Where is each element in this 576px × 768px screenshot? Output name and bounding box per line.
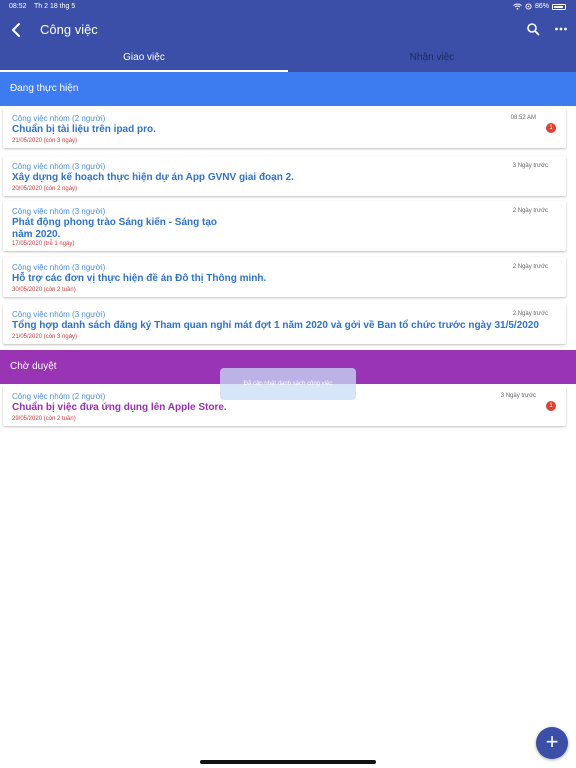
task-category: Công việc nhóm (2 người) (12, 392, 106, 401)
location-icon (525, 3, 532, 10)
wifi-icon (513, 3, 522, 10)
task-due: 20/05/2020 (còn 2 ngày) (12, 186, 78, 192)
task-due: 29/05/2020 (còn 2 tuần) (12, 416, 76, 422)
task-card[interactable]: Công việc nhóm (3 người) Xây dựng kế hoạ… (3, 156, 566, 196)
tab-nhan-viec[interactable]: Nhận việc (288, 44, 576, 72)
task-time: 2 Ngày trước (512, 264, 548, 270)
task-title: Xây dựng kế hoạch thực hiện dự án App GV… (12, 172, 294, 183)
add-task-button[interactable]: + (536, 727, 568, 759)
status-right: 86% (513, 3, 566, 10)
task-time: 3 Ngày trước (500, 393, 536, 399)
tab-giao-viec[interactable]: Giao việc (0, 44, 288, 72)
task-title-line2: năm 2020. (12, 229, 61, 240)
task-card[interactable]: Công việc nhóm (2 người) Chuẩn bị tài li… (3, 108, 566, 148)
battery-percent: 86% (534, 3, 549, 10)
status-date: Th 2 18 thg 5 (34, 3, 76, 10)
status-time: 08:52 (9, 3, 27, 10)
section-in-progress: Đang thực hiện (0, 72, 576, 106)
tab-bar: Giao việc Nhận việc (0, 44, 576, 72)
task-due: 17/05/2020 (trễ 1 ngày) (12, 241, 75, 247)
task-title-line1: Phát động phong trào Sáng kiến - Sáng tạ… (12, 217, 217, 228)
task-card[interactable]: Công việc nhóm (3 người) Phát động phong… (3, 201, 566, 251)
page-title: Công việc (40, 22, 98, 37)
task-time: 08:52 AM (510, 115, 536, 121)
task-title: Tổng hợp danh sách đăng ký Tham quan ngh… (12, 320, 539, 331)
task-title: Hỗ trợ các đơn vị thực hiện đề án Đô thị… (12, 273, 267, 284)
task-card[interactable]: Công việc nhóm (3 người) Tổng hợp danh s… (3, 304, 566, 344)
more-options-icon[interactable] (554, 22, 568, 36)
status-bar: 08:52 Th 2 18 thg 5 86% (0, 0, 576, 14)
task-title: Chuẩn bị tài liệu trên ipad pro. (12, 124, 156, 135)
task-category: Công việc nhóm (3 người) (12, 162, 106, 171)
task-due: 21/05/2020 (còn 3 ngày) (12, 138, 78, 144)
task-time: 2 Ngày trước (512, 311, 548, 317)
home-indicator (200, 760, 376, 764)
battery-icon (552, 3, 566, 10)
toast-message: Đã cập nhật danh sách công việc (220, 368, 356, 400)
notification-badge: 1 (546, 401, 556, 411)
nav-bar: Công việc (0, 16, 576, 44)
task-category: Công việc nhóm (3 người) (12, 207, 106, 216)
task-due: 30/05/2020 (còn 2 tuần) (12, 287, 76, 293)
task-due: 21/05/2020 (còn 3 ngày) (12, 334, 78, 340)
task-card[interactable]: Công việc nhóm (3 người) Hỗ trợ các đơn … (3, 257, 566, 297)
search-icon[interactable] (526, 22, 540, 36)
task-time: 2 Ngày trước (512, 208, 548, 214)
app-header: 08:52 Th 2 18 thg 5 86% Công việc Giao v… (0, 0, 576, 72)
task-category: Công việc nhóm (2 người) (12, 114, 106, 123)
task-category: Công việc nhóm (3 người) (12, 263, 106, 272)
task-time: 3 Ngày trước (512, 163, 548, 169)
task-category: Công việc nhóm (3 người) (12, 310, 106, 319)
task-title: Chuẩn bị việc đưa ứng dụng lên Apple Sto… (12, 402, 227, 413)
back-arrow-icon[interactable] (9, 20, 25, 40)
notification-badge: 1 (546, 123, 556, 133)
